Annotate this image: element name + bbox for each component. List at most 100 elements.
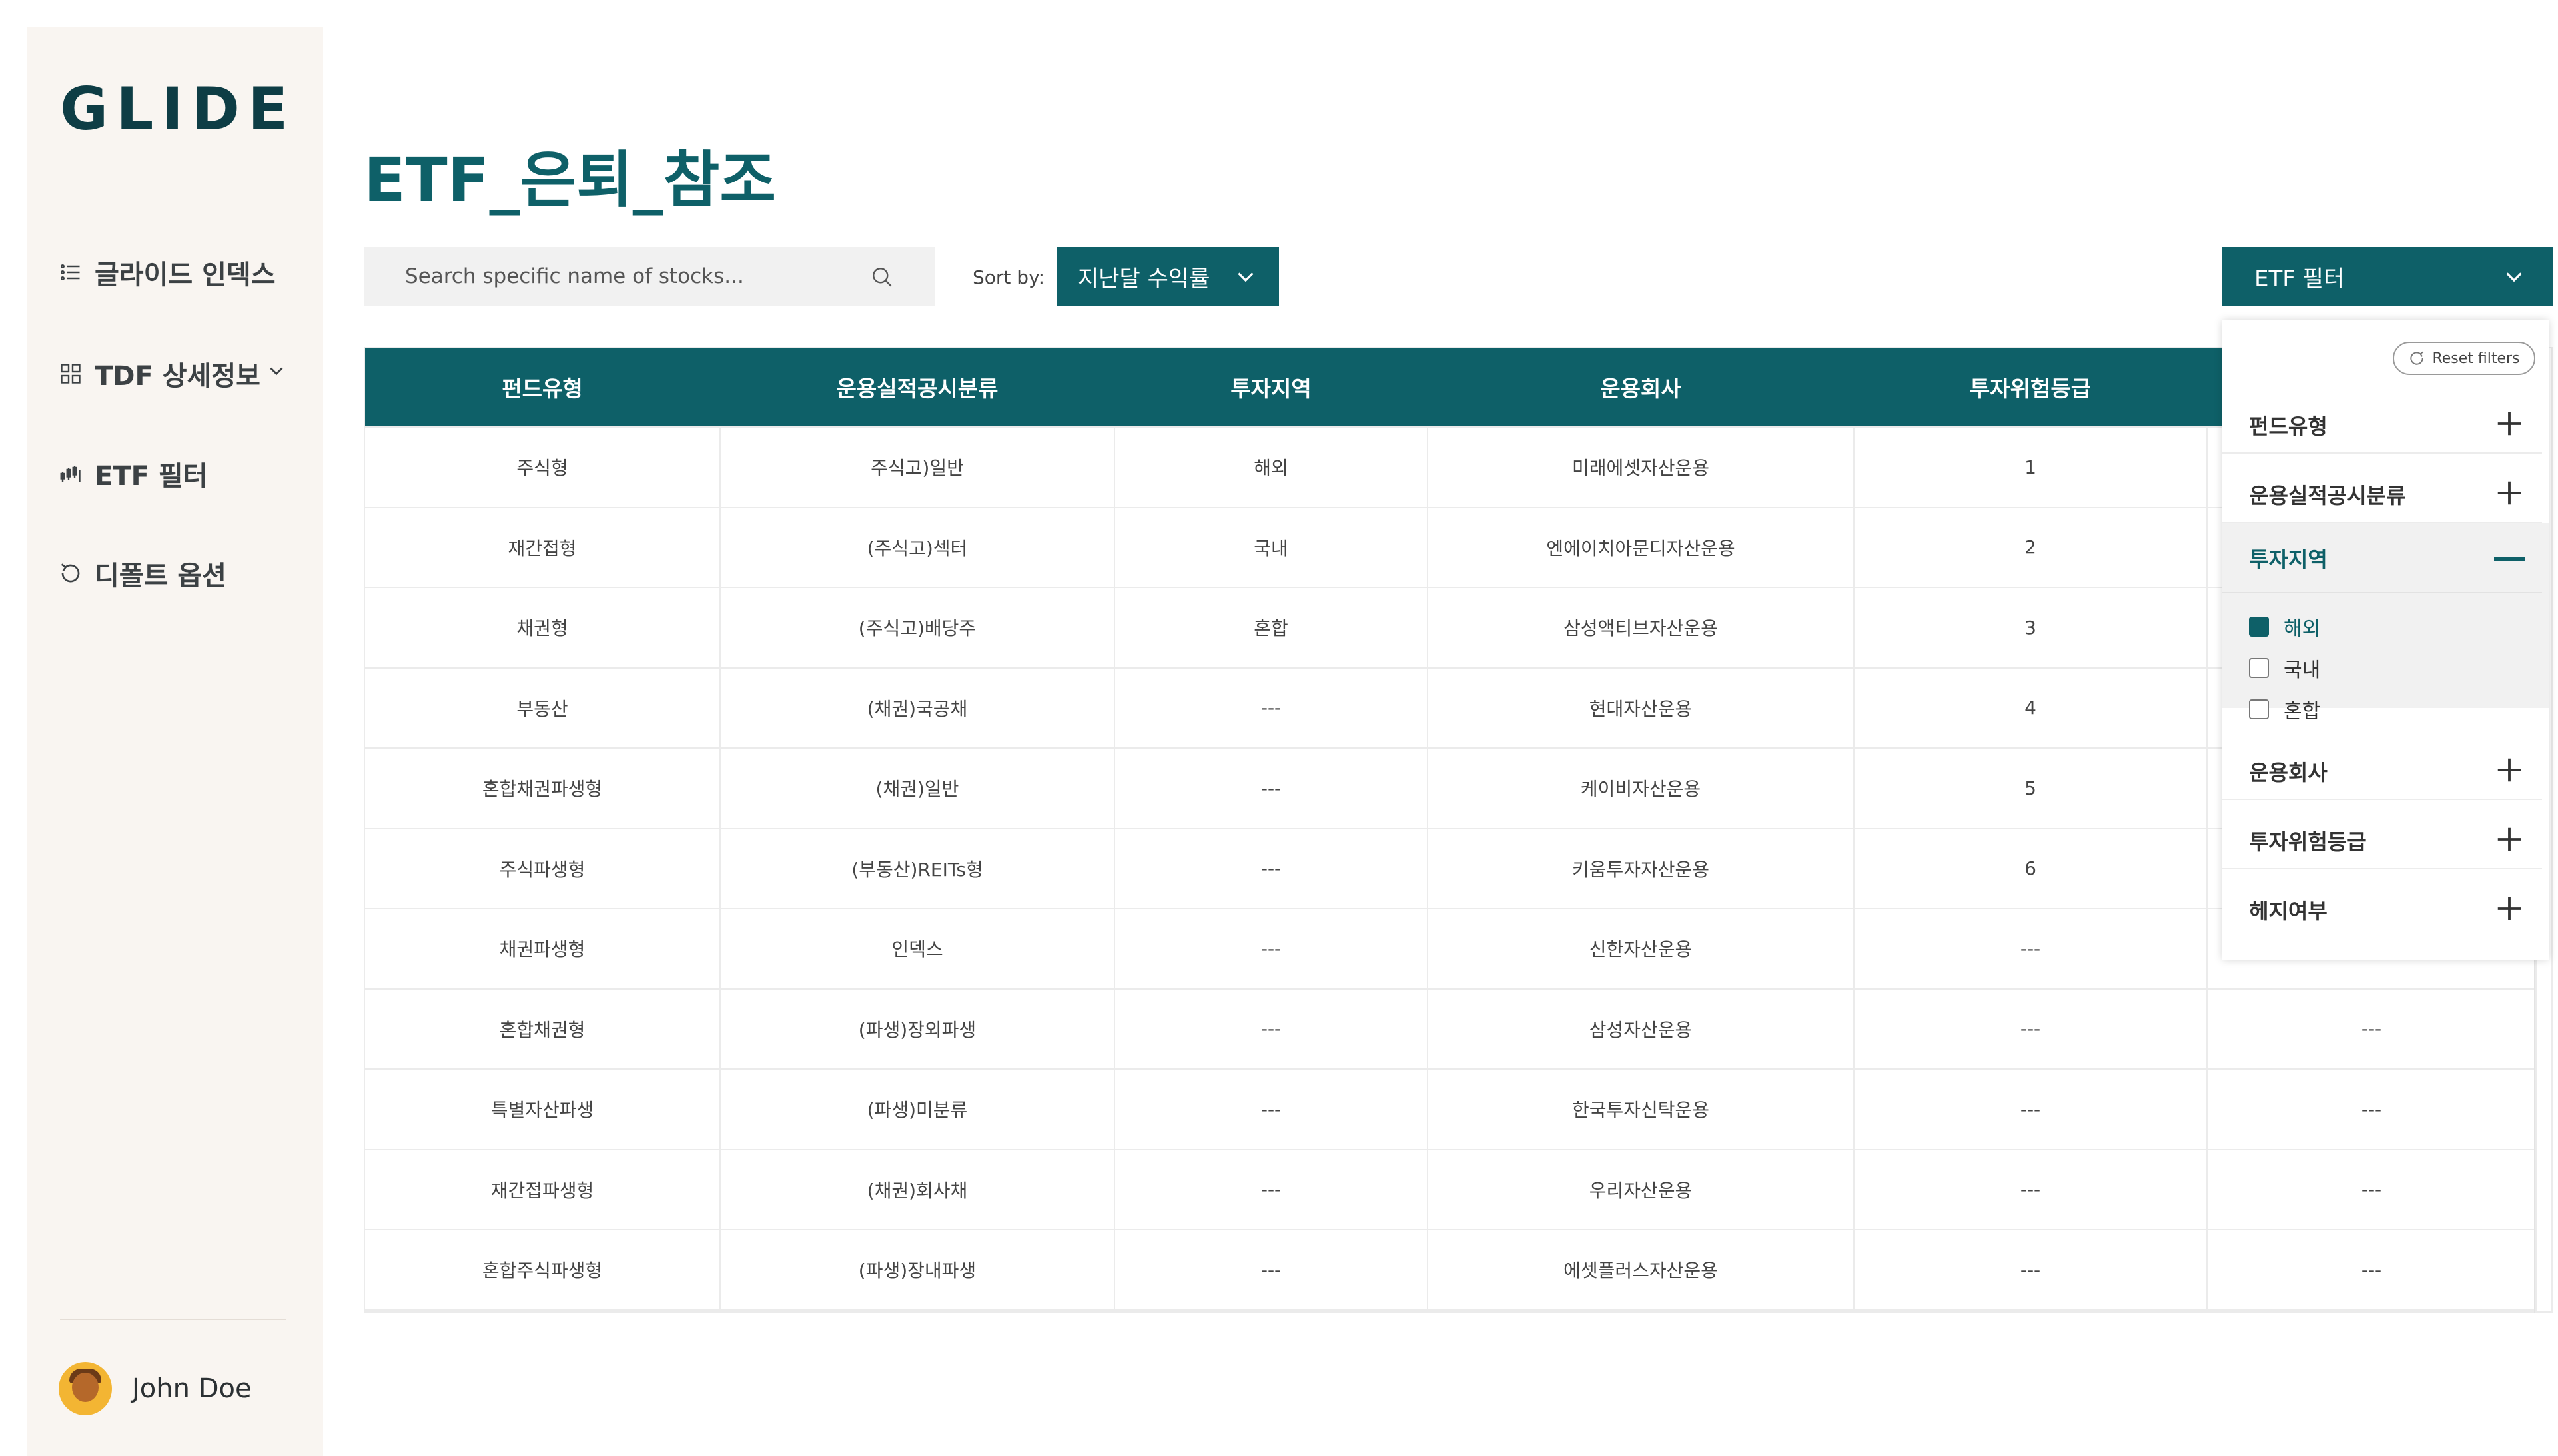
option-label: 국내	[2284, 659, 2321, 682]
table-cell: (주식고)배당주	[719, 587, 1115, 669]
chevron-down-icon	[1238, 272, 1254, 282]
sidebar-divider	[60, 1319, 286, 1320]
search-placeholder: Search specific name of stocks...	[405, 264, 744, 288]
table-cell: 혼합주식파생형	[364, 1229, 721, 1311]
checkbox[interactable]	[2249, 617, 2269, 637]
table-cell: 재간접파생형	[364, 1148, 721, 1230]
filter-section-region: 투자지역 해외 국내 혼합	[2222, 523, 2549, 723]
table-row[interactable]: 채권형 (주식고)배당주 혼합 삼성액티브자산운용 3	[364, 587, 2537, 669]
table-cell: ---	[2206, 1068, 2537, 1150]
table-row[interactable]: 재간접파생형 (채권)회사채 --- 우리자산운용 --- ---	[364, 1148, 2537, 1230]
table-cell: 주식형	[364, 426, 721, 508]
table-row[interactable]: 재간접형 (주식고)섹터 국내 엔에이치아문디자산운용 2	[364, 506, 2537, 588]
table-cell: 신한자산운용	[1427, 908, 1855, 990]
etf-filter-label: ETF 필터	[2254, 265, 2345, 292]
sidebar-item-glide-index[interactable]: 글라이드 인덱스	[59, 253, 276, 292]
table-cell: ---	[1114, 1229, 1428, 1311]
avatar	[59, 1362, 112, 1415]
table-cell: 엔에이치아문디자산운용	[1427, 506, 1855, 588]
table-row[interactable]: 주식형 주식고)일반 해외 미래에셋자산운용 1	[364, 426, 2537, 508]
column-header[interactable]: 투자지역	[1114, 347, 1428, 427]
table-cell: 특별자산파생	[364, 1068, 721, 1150]
table-cell: 한국투자신탁운용	[1427, 1068, 1855, 1150]
filter-section-label: 운용회사	[2249, 760, 2328, 785]
table-row[interactable]: 혼합채권파생형 (채권)일반 --- 케이비자산운용 5	[364, 747, 2537, 829]
filter-option-mixed[interactable]: 혼합	[2249, 695, 2320, 724]
table-cell: ---	[1114, 1068, 1428, 1150]
search-icon[interactable]	[870, 265, 894, 289]
filter-option-domestic[interactable]: 국내	[2249, 653, 2320, 683]
table-cell: ---	[1114, 667, 1428, 749]
sidebar: GLIDE 글라이드 인덱스 TDF 상세정보 ETF 필터 디폴트 옵션 Jo…	[27, 27, 323, 1456]
table-cell: 미래에셋자산운용	[1427, 426, 1855, 508]
sort-label: Sort by:	[973, 266, 1045, 288]
filter-section-label[interactable]: 투자지역	[2249, 543, 2328, 573]
plus-icon[interactable]	[2494, 824, 2525, 855]
table-row[interactable]: 혼합주식파생형 (파생)장내파생 --- 에셋플러스자산운용 --- ---	[364, 1229, 2537, 1311]
table-cell: 혼합채권파생형	[364, 747, 721, 829]
filter-section-performance-class[interactable]: 운용실적공시분류	[2222, 462, 2549, 523]
plus-icon[interactable]	[2494, 408, 2525, 439]
chevron-down-icon[interactable]	[265, 360, 288, 382]
table-cell: 4	[1853, 667, 2208, 749]
checkbox[interactable]	[2249, 699, 2269, 719]
sort-dropdown[interactable]: 지난달 수익률	[1057, 247, 1279, 306]
filter-panel: Reset filters 펀드유형 운용실적공시분류 투자지역 해외 국내 혼…	[2222, 320, 2549, 960]
table-cell: ---	[1114, 1148, 1428, 1230]
column-header[interactable]: 운용회사	[1428, 347, 1854, 427]
chart-icon	[60, 466, 81, 482]
filter-section-risk-level[interactable]: 투자위험등급	[2222, 808, 2549, 869]
option-label: 해외	[2284, 617, 2321, 641]
option-label: 혼합	[2284, 700, 2321, 723]
refresh-icon	[2410, 351, 2424, 365]
table-cell: (채권)국공채	[719, 667, 1115, 749]
grid-icon	[61, 364, 81, 384]
table-header-row: 펀드유형 운용실적공시분류 투자지역 운용회사 투자위험등급	[364, 347, 2536, 427]
table-row[interactable]: 특별자산파생 (파생)미분류 --- 한국투자신탁운용 --- ---	[364, 1068, 2537, 1150]
filter-section-label: 운용실적공시분류	[2249, 483, 2406, 508]
table-cell: (주식고)섹터	[719, 506, 1115, 588]
search-input[interactable]: Search specific name of stocks...	[364, 247, 935, 306]
sidebar-item-label: 디폴트 옵션	[95, 561, 226, 591]
table-cell: 2	[1853, 506, 2208, 588]
reset-filters-button[interactable]: Reset filters	[2393, 342, 2535, 375]
column-header[interactable]: 운용실적공시분류	[720, 347, 1114, 427]
table-row[interactable]: 채권파생형 인덱스 --- 신한자산운용 ---	[364, 908, 2537, 990]
sidebar-item-tdf-details[interactable]: TDF 상세정보	[59, 354, 260, 393]
table-row[interactable]: 혼합채권형 (파생)장외파생 --- 삼성자산운용 --- ---	[364, 988, 2537, 1070]
app-logo[interactable]: GLIDE	[60, 75, 296, 143]
table-cell: (부동산)REITs형	[719, 827, 1115, 909]
table-cell: ---	[1853, 1229, 2208, 1311]
etf-filter-dropdown[interactable]: ETF 필터	[2222, 247, 2553, 306]
user-profile[interactable]: John Doe	[59, 1362, 252, 1415]
checkbox[interactable]	[2249, 658, 2269, 678]
table-cell: ---	[1853, 988, 2208, 1070]
table-cell: 해외	[1114, 426, 1428, 508]
filter-section-fund-type[interactable]: 펀드유형	[2222, 392, 2549, 454]
sidebar-item-etf-filter[interactable]: ETF 필터	[59, 454, 207, 493]
table-cell: ---	[1853, 908, 2208, 990]
filter-section-label: 헤지여부	[2249, 899, 2328, 924]
table-cell: 인덱스	[719, 908, 1115, 990]
plus-icon[interactable]	[2494, 478, 2525, 508]
filter-section-hedge[interactable]: 헤지여부	[2222, 877, 2549, 938]
plus-icon[interactable]	[2494, 893, 2525, 924]
table-cell: ---	[2206, 1229, 2537, 1311]
minus-icon[interactable]	[2494, 557, 2525, 561]
table-cell: 3	[1853, 587, 2208, 669]
filter-section-label: 펀드유형	[2249, 414, 2328, 439]
table-cell: 삼성자산운용	[1427, 988, 1855, 1070]
table-row[interactable]: 주식파생형 (부동산)REITs형 --- 키움투자자산운용 6	[364, 827, 2537, 909]
chevron-down-icon	[2506, 272, 2522, 282]
table-row[interactable]: 부동산 (채권)국공채 --- 현대자산운용 4	[364, 667, 2537, 749]
plus-icon[interactable]	[2494, 755, 2525, 785]
filter-option-overseas[interactable]: 해외	[2249, 612, 2320, 641]
table-cell: 6	[1853, 827, 2208, 909]
table-cell: 케이비자산운용	[1427, 747, 1855, 829]
table-cell: ---	[2206, 988, 2537, 1070]
column-header[interactable]: 펀드유형	[364, 347, 720, 427]
filter-section-manager[interactable]: 운용회사	[2222, 739, 2549, 800]
sidebar-item-default-option[interactable]: 디폴트 옵션	[59, 554, 226, 593]
column-header[interactable]: 투자위험등급	[1854, 347, 2207, 427]
table-cell: 우리자산운용	[1427, 1148, 1855, 1230]
